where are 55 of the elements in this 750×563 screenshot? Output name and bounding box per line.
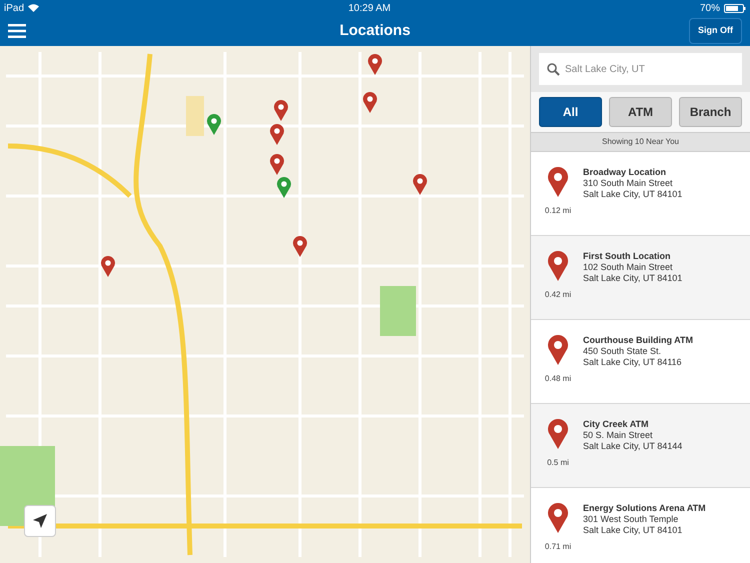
location-row[interactable]: 0.42 mi First South Location 102 South Main Street Salt Lake City, UT 84101 — [531, 236, 750, 320]
map-pin-icon — [548, 335, 568, 365]
map-pin-icon[interactable] — [368, 54, 382, 75]
location-name: City Creek ATM — [583, 419, 650, 430]
city-line: Salt Lake City, UT 84101 — [583, 525, 684, 536]
street-address: 50 S. Main Street — [583, 430, 654, 441]
location-arrow-icon — [33, 514, 47, 528]
location-name: Courthouse Building ATM — [583, 335, 693, 346]
filter-tab[interactable]: Branch — [679, 97, 742, 127]
street-address: 310 South Main Street — [583, 178, 674, 189]
page-title: Locations — [340, 20, 410, 41]
location-name: Energy Solutions Arena ATM — [583, 503, 706, 514]
clock-time: 10:29 AM — [348, 2, 391, 16]
street-address: 102 South Main Street — [583, 262, 674, 273]
location-row[interactable]: 0.5 mi City Creek ATM 50 S. Main Street Salt Lake City, UT 84144 — [531, 404, 750, 488]
city-line: Salt Lake City, UT 84144 — [583, 441, 682, 452]
menu-icon[interactable] — [8, 24, 26, 38]
current-location-button[interactable] — [24, 505, 56, 537]
city-line: Salt Lake City, UT 84101 — [583, 273, 682, 284]
filter-tab[interactable]: ATM — [609, 97, 672, 127]
map-pin-icon[interactable] — [270, 124, 284, 145]
sign-off-button[interactable]: Sign Off — [689, 18, 742, 44]
results-count: Showing 10 Near You — [531, 132, 750, 152]
distance-text: 0.48 mi — [544, 373, 572, 385]
map-pin-icon[interactable] — [270, 154, 284, 175]
location-name: Broadway Location — [583, 167, 668, 178]
battery-icon — [724, 4, 746, 12]
distance-text: 0.42 mi — [544, 289, 572, 301]
map-pin-icon — [548, 419, 568, 449]
search-icon — [547, 63, 560, 76]
street-address: 450 South State St. — [583, 346, 662, 357]
map-pin-icon[interactable] — [274, 100, 288, 121]
distance-text: 0.12 mi — [544, 205, 572, 217]
map-pin-icon — [548, 167, 568, 197]
map-pin-icon — [548, 251, 568, 281]
distance-text: 0.71 mi — [544, 541, 572, 553]
map-pin-icon[interactable] — [293, 236, 307, 257]
wifi-icon — [28, 4, 40, 12]
map-pin-icon[interactable] — [207, 114, 221, 135]
map-pin-icon[interactable] — [277, 177, 291, 198]
city-line: Salt Lake City, UT 84116 — [583, 357, 683, 368]
park-area — [380, 286, 416, 336]
map-pin-icon — [548, 503, 568, 533]
map-pin-icon[interactable] — [101, 256, 115, 277]
street-address: 301 West South Temple — [583, 514, 680, 525]
map-pin-icon[interactable] — [363, 92, 377, 113]
distance-text: 0.5 mi — [547, 457, 569, 469]
building-block — [186, 96, 204, 136]
search-field[interactable]: Salt Lake City, UT — [539, 53, 742, 85]
city-line: Salt Lake City, UT 84101 — [583, 189, 682, 200]
filter-tab[interactable]: All — [539, 97, 602, 127]
battery-percent: 70% — [700, 2, 720, 16]
location-name: First South Location — [583, 251, 672, 262]
device-name: iPad — [4, 2, 24, 16]
map-pin-icon[interactable] — [413, 174, 427, 195]
